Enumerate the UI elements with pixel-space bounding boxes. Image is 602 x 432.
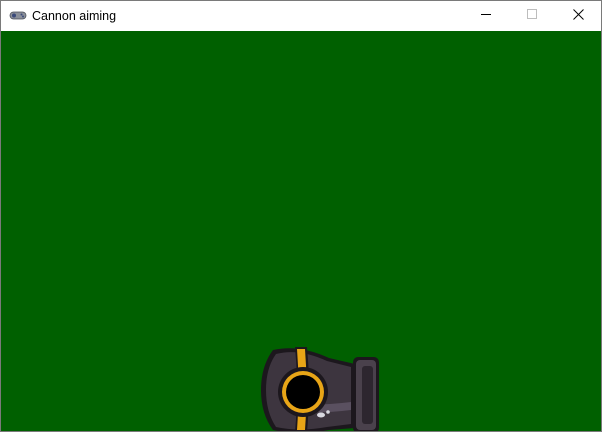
game-canvas[interactable] — [1, 31, 601, 431]
window-title: Cannon aiming — [32, 9, 117, 23]
minimize-icon — [480, 7, 492, 25]
app-window: Cannon aiming — [0, 0, 602, 432]
maximize-button[interactable] — [509, 1, 555, 31]
minimize-button[interactable] — [463, 1, 509, 31]
title-bar[interactable]: Cannon aiming — [1, 1, 601, 31]
close-button[interactable] — [555, 1, 601, 31]
gamepad-icon — [9, 9, 27, 23]
cannon-icon[interactable] — [259, 344, 383, 431]
close-icon — [572, 7, 584, 25]
maximize-icon — [526, 7, 538, 25]
